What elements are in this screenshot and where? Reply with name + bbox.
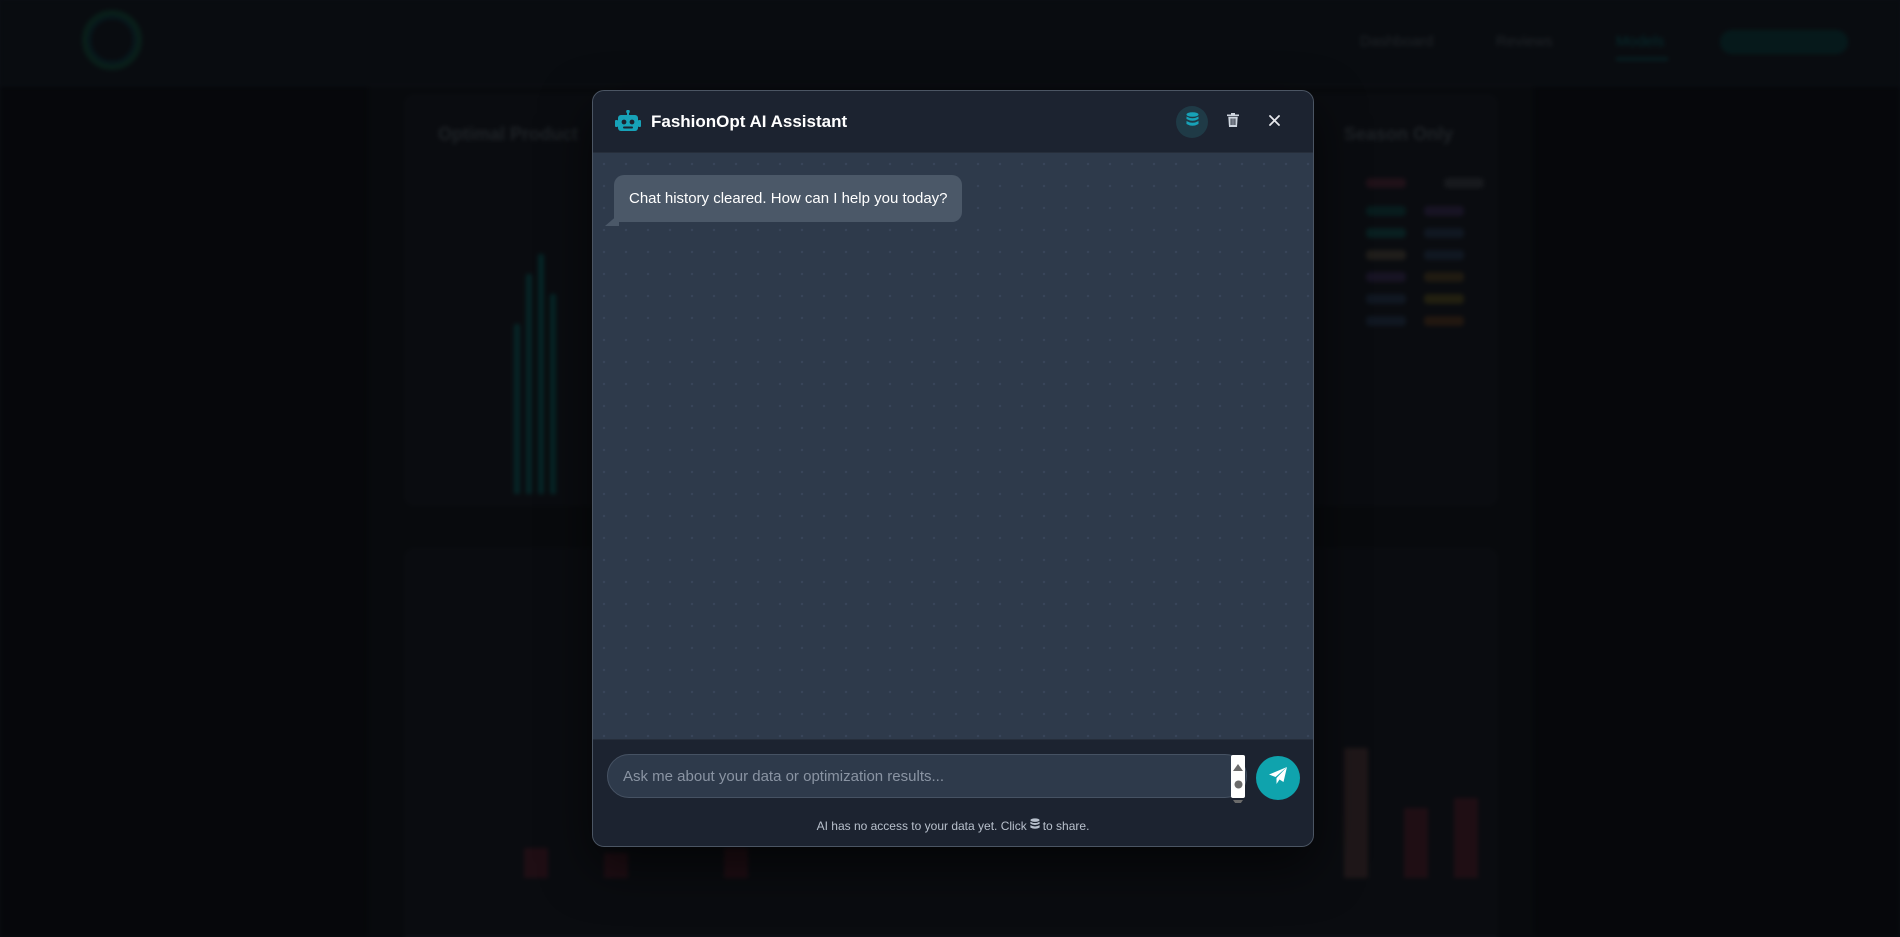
scroll-up-arrow-icon[interactable]: [1233, 758, 1243, 776]
paper-plane-icon: [1268, 766, 1288, 791]
trash-icon: [1227, 112, 1239, 132]
chat-modal: FashionOpt AI Assistant Chat history cle…: [592, 90, 1314, 847]
note-text-before: AI has no access to your data yet. Click: [816, 818, 1027, 833]
close-button[interactable]: [1258, 106, 1290, 138]
chat-messages[interactable]: Chat history cleared. How can I help you…: [593, 153, 1313, 739]
robot-icon: [615, 109, 641, 134]
close-icon: [1268, 113, 1280, 131]
chat-input[interactable]: [607, 754, 1247, 798]
database-icon: [1186, 112, 1199, 132]
chat-input-bar: [593, 739, 1313, 807]
assistant-message: Chat history cleared. How can I help you…: [614, 175, 962, 222]
chat-header: FashionOpt AI Assistant: [593, 91, 1313, 153]
chat-title: FashionOpt AI Assistant: [651, 111, 848, 131]
data-access-note: AI has no access to your data yet. Click…: [593, 803, 1313, 846]
database-icon: [1030, 818, 1040, 833]
note-text-after: to share.: [1042, 818, 1090, 833]
send-button[interactable]: [1256, 756, 1300, 800]
share-data-button[interactable]: [1176, 106, 1208, 138]
scroll-thumb[interactable]: [1234, 776, 1243, 794]
input-scroll-control[interactable]: [1231, 755, 1245, 807]
clear-history-button[interactable]: [1217, 106, 1249, 138]
